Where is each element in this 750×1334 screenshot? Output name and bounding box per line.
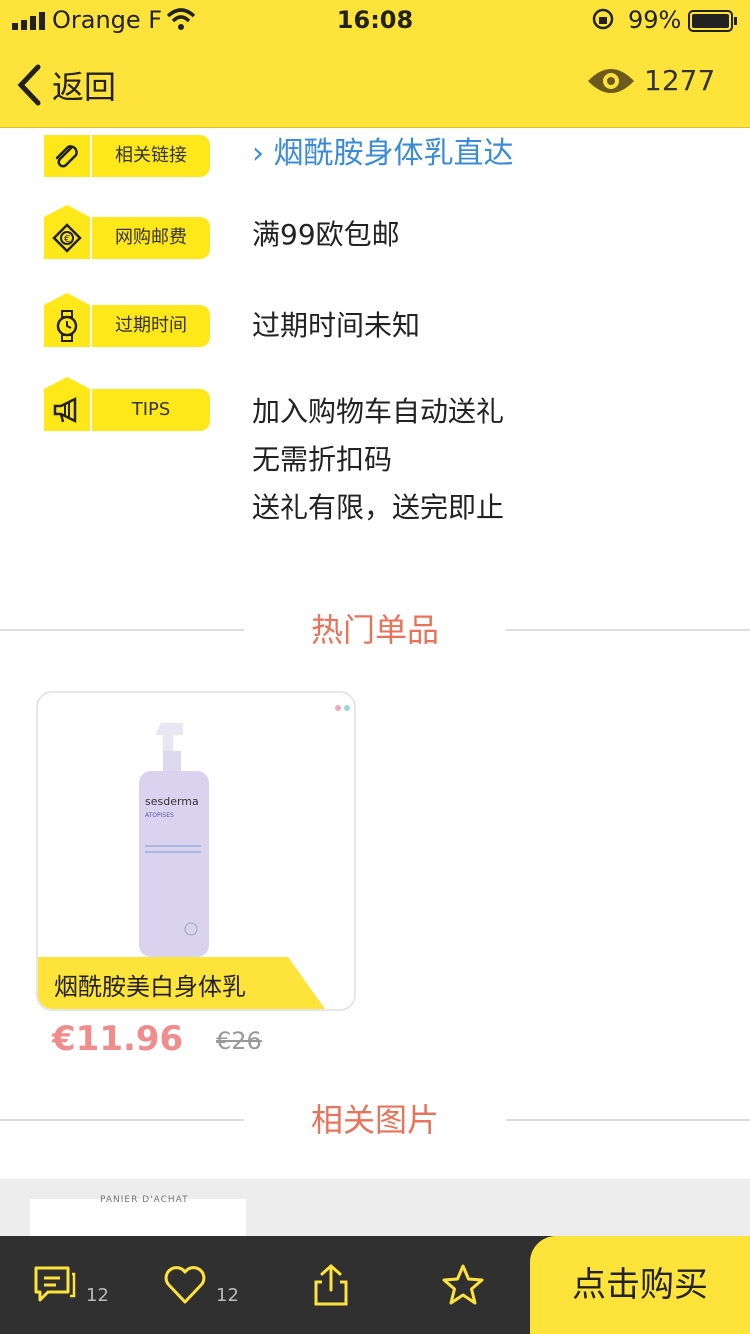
- share-icon: [314, 1263, 348, 1306]
- tag-label: 过期时间: [92, 305, 210, 347]
- favorite-button[interactable]: [440, 1236, 486, 1334]
- heart-icon: [164, 1266, 206, 1304]
- tag-shipping: € 网购邮费: [44, 205, 210, 259]
- comment-icon: [34, 1266, 76, 1302]
- star-icon: [442, 1264, 484, 1305]
- comments-button[interactable]: 12: [32, 1236, 109, 1334]
- product-name: 烟酰胺美白身体乳: [54, 973, 246, 1001]
- section-title: 相关图片: [310, 1101, 439, 1139]
- section-related-photos: 相关图片: [0, 1095, 750, 1145]
- paperclip-icon: [55, 145, 78, 168]
- product-price: €11.96: [52, 1019, 184, 1059]
- back-label: 返回: [52, 68, 117, 106]
- divider: [0, 1119, 244, 1121]
- divider: [506, 629, 750, 631]
- euro-ticket-icon: €: [52, 223, 82, 253]
- back-button[interactable]: 返回: [14, 62, 116, 108]
- product-link[interactable]: › 烟酰胺身体乳直达: [252, 130, 514, 178]
- share-button[interactable]: [308, 1236, 354, 1334]
- svg-text:sesderma: sesderma: [145, 795, 199, 808]
- divider: [506, 1119, 750, 1121]
- product-original-price: €26: [216, 1027, 262, 1055]
- comments-count: 12: [86, 1284, 109, 1306]
- section-title: 热门单品: [310, 611, 439, 649]
- photo-thumbnail[interactable]: PANIER D'ACHAT: [30, 1195, 246, 1236]
- view-count: 1277: [586, 64, 715, 97]
- eye-icon: [588, 68, 634, 93]
- expiry-value: 过期时间未知: [252, 309, 421, 342]
- watch-icon: [56, 310, 78, 342]
- view-count-value: 1277: [644, 64, 716, 97]
- buy-button[interactable]: 点击购买: [530, 1236, 750, 1334]
- divider: [0, 629, 244, 631]
- section-hot-items: 热门单品: [0, 605, 750, 655]
- shipping-value: 满99欧包邮: [252, 218, 400, 251]
- photo-caption: PANIER D'ACHAT: [100, 1195, 189, 1205]
- status-bar: Orange F 16:08 99%: [0, 0, 750, 40]
- tag-label: 相关链接: [92, 135, 210, 177]
- svg-text:€: €: [64, 234, 70, 245]
- like-button[interactable]: 12: [162, 1236, 239, 1334]
- nav-bar: 返回 1277: [0, 40, 750, 128]
- tag-related-link: 相关链接: [44, 135, 210, 177]
- tips-line: 送礼有限，送完即止: [252, 491, 505, 524]
- indicator-dots: [335, 705, 350, 711]
- chevron-left-icon: [17, 64, 41, 106]
- product-link-text: 烟酰胺身体乳直达: [273, 136, 514, 171]
- chevron-right-icon: ›: [252, 136, 264, 171]
- svg-text:ATOPISES: ATOPISES: [145, 812, 174, 819]
- product-image: sesderma ATOPISES: [139, 723, 209, 957]
- related-photos-strip: PANIER D'ACHAT: [0, 1179, 750, 1236]
- tag-label: TIPS: [92, 389, 210, 431]
- battery-icon: [688, 10, 737, 32]
- tag-tips: TIPS: [44, 377, 210, 431]
- megaphone-icon: [53, 396, 77, 424]
- product-card[interactable]: sesderma ATOPISES 烟酰胺美白身体乳: [36, 691, 356, 1011]
- deal-content: 相关链接 › 烟酰胺身体乳直达 € 网购邮费 满99欧包邮 过期时间 过期时间未…: [0, 129, 750, 1236]
- tag-expiry: 过期时间: [44, 293, 210, 347]
- tag-label: 网购邮费: [92, 217, 210, 259]
- rotation-lock-icon: [592, 8, 614, 30]
- battery-percent: 99%: [628, 6, 682, 34]
- likes-count: 12: [216, 1284, 239, 1306]
- tips-line: 加入购物车自动送礼: [252, 395, 505, 428]
- tips-line: 无需折扣码: [252, 443, 393, 476]
